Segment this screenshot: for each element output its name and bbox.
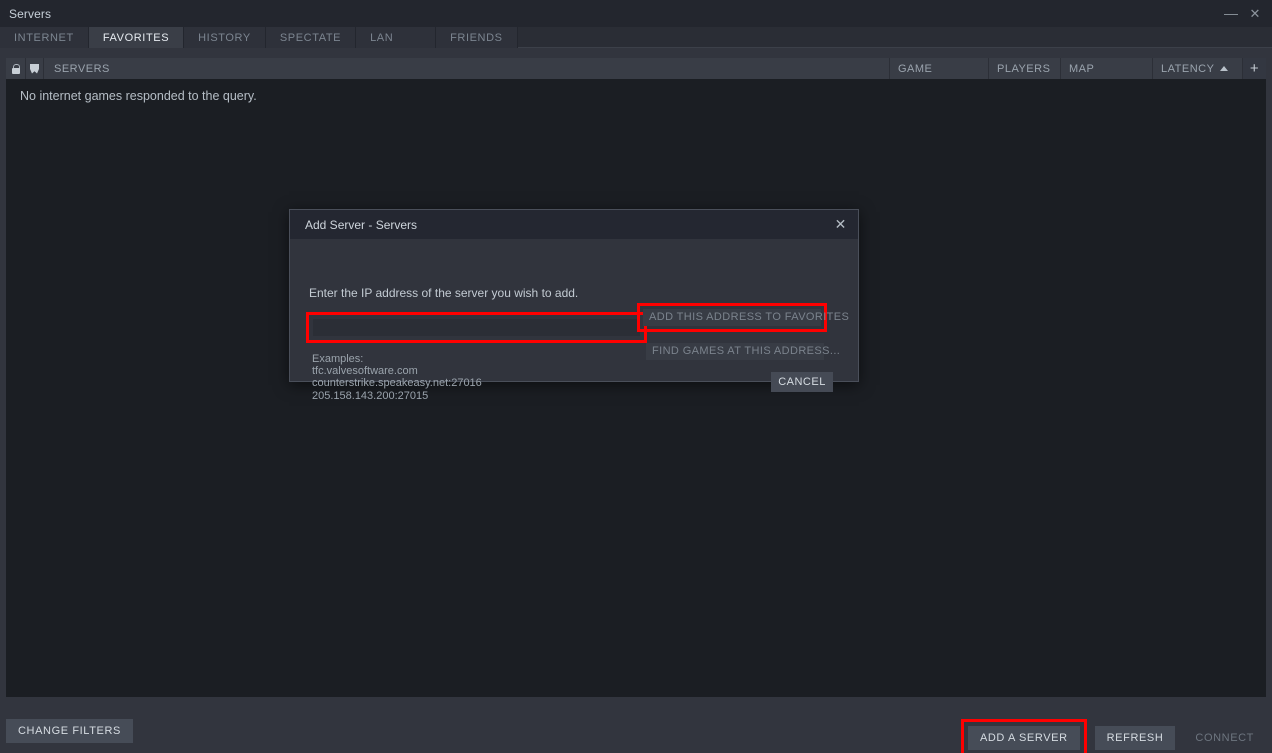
shield-icon xyxy=(30,63,39,74)
example-hostname-port: counterstrike.speakeasy.net:27016 xyxy=(312,377,482,390)
footer-actions: ADD A SERVER REFRESH CONNECT xyxy=(960,719,1266,753)
dialog-close-button[interactable]: ✕ xyxy=(829,213,852,236)
examples-label: Examples: xyxy=(312,353,364,365)
add-column-button[interactable]: + xyxy=(1242,58,1266,79)
empty-list-message: No internet games responded to the query… xyxy=(20,89,257,103)
lock-icon xyxy=(11,63,20,74)
connect-button: CONNECT xyxy=(1183,726,1266,750)
column-header-servers[interactable]: SERVERS xyxy=(43,58,889,79)
example-hostname: tfc.valvesoftware.com xyxy=(312,365,418,378)
ip-input-highlight xyxy=(306,312,647,343)
tab-friends[interactable]: FRIENDS xyxy=(436,27,519,48)
refresh-button[interactable]: REFRESH xyxy=(1094,726,1176,750)
dialog-title: Add Server - Servers xyxy=(305,217,418,232)
dialog-prompt-text: Enter the IP address of the server you w… xyxy=(309,286,579,300)
tab-favorites[interactable]: FAVORITES xyxy=(88,27,185,48)
example-ip-port: 205.158.143.200:27015 xyxy=(312,389,429,402)
add-to-favorites-highlight: ADD THIS ADDRESS TO FAVORITES xyxy=(637,303,849,332)
dialog-body: Enter the IP address of the server you w… xyxy=(290,239,858,402)
server-list[interactable]: No internet games responded to the query… xyxy=(6,79,1266,697)
add-a-server-button[interactable]: ADD A SERVER xyxy=(967,726,1080,750)
column-header-players[interactable]: PLAYERS xyxy=(988,58,1060,79)
tab-lan[interactable]: LAN xyxy=(356,27,437,48)
column-header-row: SERVERS GAME PLAYERS MAP LATENCY + xyxy=(6,58,1266,79)
column-header-password[interactable] xyxy=(6,58,25,79)
find-games-at-address-button[interactable]: FIND GAMES AT THIS ADDRESS... xyxy=(646,343,840,360)
minimize-button[interactable]: — xyxy=(1220,3,1242,25)
column-header-latency-label: LATENCY xyxy=(1161,62,1215,75)
window-title: Servers xyxy=(9,6,52,21)
sort-ascending-icon xyxy=(1220,66,1229,71)
column-header-map[interactable]: MAP xyxy=(1060,58,1152,79)
column-header-game[interactable]: GAME xyxy=(889,58,988,79)
dialog-titlebar: Add Server - Servers ✕ xyxy=(290,210,858,239)
dialog-cancel-button[interactable]: CANCEL xyxy=(771,372,833,392)
add-server-dialog: Add Server - Servers ✕ Enter the IP addr… xyxy=(289,209,859,402)
tab-spectate[interactable]: SPECTATE xyxy=(265,27,357,48)
close-button[interactable]: ✕ xyxy=(1244,3,1266,25)
footer-bar: CHANGE FILTERS ADD A SERVER REFRESH CONN… xyxy=(0,703,1272,753)
ip-address-input[interactable] xyxy=(313,319,640,336)
add-address-to-favorites-button[interactable]: ADD THIS ADDRESS TO FAVORITES xyxy=(643,309,849,326)
add-a-server-highlight: ADD A SERVER xyxy=(960,719,1087,753)
window-titlebar: Servers — ✕ xyxy=(0,0,1272,27)
window-controls: — ✕ xyxy=(1220,0,1266,27)
examples-block: Examples: tfc.valvesoftware.com counters… xyxy=(312,353,482,402)
column-header-latency[interactable]: LATENCY xyxy=(1152,58,1242,79)
column-header-vac[interactable] xyxy=(25,58,43,79)
servers-window: Servers — ✕ INTERNET FAVORITES HISTORY S… xyxy=(0,0,1272,753)
tab-internet[interactable]: INTERNET xyxy=(0,27,89,48)
change-filters-button[interactable]: CHANGE FILTERS xyxy=(6,719,133,743)
tab-bar: INTERNET FAVORITES HISTORY SPECTATE LAN … xyxy=(0,27,1272,48)
tab-history[interactable]: HISTORY xyxy=(184,27,266,48)
